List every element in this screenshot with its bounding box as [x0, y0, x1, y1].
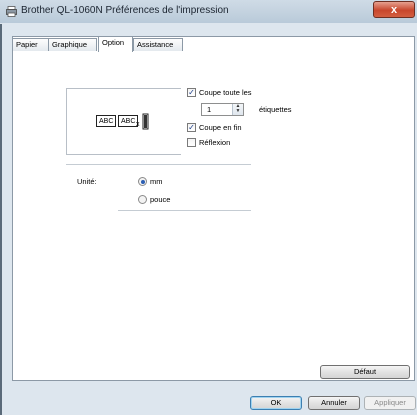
- section-divider: [66, 164, 251, 165]
- unit-divider: [118, 210, 251, 211]
- cut-unit-label: étiquettes: [259, 105, 292, 114]
- tab-strip: Papier Graphique Option Assistance: [12, 26, 412, 52]
- unit-inch-label: pouce: [150, 195, 171, 204]
- printer-icon: [6, 6, 17, 17]
- cut-at-end-checkbox[interactable]: ✓: [187, 123, 196, 132]
- cut-at-end-label: Coupe en fin: [199, 123, 242, 132]
- default-button[interactable]: Défaut: [320, 365, 410, 379]
- ok-button[interactable]: OK: [250, 396, 302, 410]
- tab-assistance[interactable]: Assistance: [133, 38, 183, 51]
- unit-label: Unité:: [77, 177, 97, 186]
- apply-button[interactable]: Appliquer: [364, 396, 416, 410]
- title-bar[interactable]: Brother QL-1060N Préférences de l'impres…: [0, 0, 417, 23]
- cut-every-checkbox[interactable]: ✓: [187, 88, 196, 97]
- window-left-edge: [0, 24, 2, 415]
- tab-option[interactable]: Option: [98, 36, 133, 52]
- mirror-checkbox[interactable]: [187, 138, 196, 147]
- close-button[interactable]: x: [373, 1, 415, 18]
- tab-graphique[interactable]: Graphique: [48, 38, 97, 51]
- preview-label-1: ABC: [96, 115, 117, 127]
- mirror-label: Réflexion: [199, 138, 231, 147]
- window-title: Brother QL-1060N Préférences de l'impres…: [21, 5, 229, 16]
- cut-count-value: 1: [207, 105, 212, 114]
- cancel-button[interactable]: Annuler: [308, 396, 360, 410]
- unit-inch-radio[interactable]: [138, 195, 147, 204]
- spin-arrows-icon[interactable]: ▲ ▼: [232, 104, 243, 115]
- cut-count-spinner[interactable]: 1 ▲ ▼: [201, 103, 244, 116]
- unit-mm-label: mm: [150, 177, 163, 186]
- cutter-blade-icon: [142, 113, 149, 130]
- unit-mm-radio[interactable]: [138, 177, 147, 186]
- cut-every-label: Coupe toute les: [199, 88, 252, 97]
- cut-mark: x: [136, 121, 140, 128]
- tab-papier[interactable]: Papier: [12, 38, 50, 51]
- dialog-window: Brother QL-1060N Préférences de l'impres…: [0, 0, 417, 415]
